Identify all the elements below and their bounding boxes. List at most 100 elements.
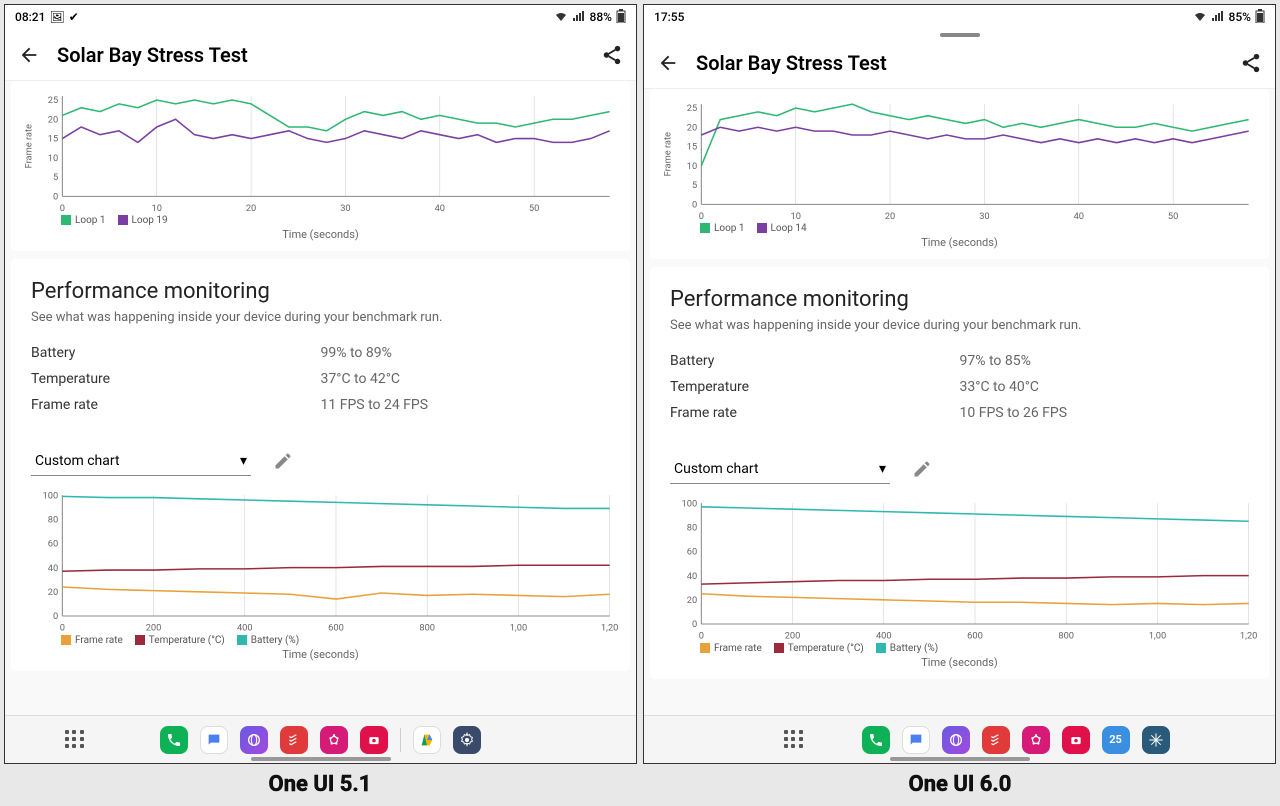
chevron-down-icon: ▾ [879,461,886,477]
chart-xlabel: Time (seconds) [21,648,620,661]
svg-text:15: 15 [48,134,58,145]
svg-text:1,00: 1,00 [1149,630,1166,641]
app-phone-icon[interactable] [160,726,188,754]
chevron-down-icon: ▾ [240,453,247,469]
svg-text:10: 10 [687,161,697,172]
svg-text:600: 600 [967,630,983,641]
svg-text:40: 40 [1074,211,1084,222]
svg-text:100: 100 [682,498,698,509]
nav-handle[interactable] [251,757,391,761]
performance-card: Performance monitoring See what was happ… [11,259,630,671]
signal-icon [1211,10,1225,25]
svg-text:0: 0 [692,619,697,630]
nav-bar: 25 [644,715,1275,763]
performance-card: Performance monitoring See what was happ… [650,267,1269,679]
svg-text:20: 20 [246,203,256,214]
frame-rate-chart: 010203040500510152025Frame rate [660,99,1259,223]
svg-text:0: 0 [60,203,65,214]
nav-handle[interactable] [890,757,1030,761]
svg-text:400: 400 [876,630,892,641]
custom-chart-legend: Frame rate Temperature (°C) Battery (%) [21,635,620,646]
chart-xlabel: Time (seconds) [660,236,1259,249]
wifi-icon [1193,10,1207,25]
app-camera-icon[interactable] [1062,726,1090,754]
chart-xlabel: Time (seconds) [21,228,620,241]
edit-chart-button[interactable] [910,457,934,481]
svg-text:Frame rate: Frame rate [23,124,34,168]
apps-grid-button[interactable] [65,730,85,750]
svg-text:600: 600 [328,622,344,633]
svg-text:50: 50 [1168,211,1178,222]
svg-text:60: 60 [687,547,697,558]
app-gallery-icon[interactable] [1022,726,1050,754]
phone-right: 17:55 85% Solar Bay Stress Test 01020304… [643,4,1276,764]
status-time: 17:55 [654,10,684,24]
share-button[interactable] [1239,51,1263,75]
edit-chart-button[interactable] [271,449,295,473]
svg-text:50: 50 [529,203,539,214]
check-notif-icon: ✔ [69,10,79,24]
svg-text:0: 0 [699,630,704,641]
phone-left: 08:21 🖼 ✔ 88% Solar Bay Stre [4,4,637,764]
app-messages-icon[interactable] [200,726,228,754]
app-bar: Solar Bay Stress Test [5,29,636,81]
app-settings-icon[interactable] [453,726,481,754]
perf-title: Performance monitoring [670,287,1249,312]
perf-subtitle: See what was happening inside your devic… [670,318,1249,333]
custom-chart-dropdown[interactable]: Custom chart ▾ [670,455,890,484]
svg-text:20: 20 [48,587,58,598]
app-todoist-icon[interactable] [280,726,308,754]
gallery-notif-icon: 🖼 [49,10,64,24]
battery-text: 88% [590,10,612,24]
chart-xlabel: Time (seconds) [660,656,1259,669]
frame-chart-legend: Loop 1 Loop 19 [21,215,620,226]
svg-text:20: 20 [885,211,895,222]
svg-text:10: 10 [151,203,161,214]
app-gallery-icon[interactable] [320,726,348,754]
custom-chart-dropdown[interactable]: Custom chart ▾ [31,447,251,476]
svg-text:20: 20 [48,114,58,125]
app-drive-icon[interactable] [413,726,441,754]
svg-text:25: 25 [687,103,697,114]
svg-text:60: 60 [48,539,58,550]
wifi-icon [554,10,568,25]
share-button[interactable] [600,43,624,67]
frame-chart-legend: Loop 1 Loop 14 [660,223,1259,234]
status-bar: 08:21 🖼 ✔ 88% [5,5,636,29]
battery-icon [616,9,626,26]
frame-rate-chart-card: 010203040500510152025Frame rate Loop 1 L… [650,89,1269,259]
app-messages-icon[interactable] [902,726,930,754]
svg-text:0: 0 [53,191,58,202]
nav-divider [400,728,401,752]
app-camera-icon[interactable] [360,726,388,754]
svg-text:Frame rate: Frame rate [662,132,673,176]
app-browser-icon[interactable] [240,726,268,754]
app-todoist-icon[interactable] [982,726,1010,754]
svg-text:800: 800 [1058,630,1074,641]
back-button[interactable] [17,43,41,67]
back-button[interactable] [656,51,680,75]
svg-text:1,20: 1,20 [601,622,618,633]
signal-icon [572,10,586,25]
svg-text:0: 0 [699,211,704,222]
app-freeze-icon[interactable] [1142,726,1170,754]
frame-rate-chart: 010203040500510152025Frame rate [21,91,620,215]
app-calendar-icon[interactable]: 25 [1102,726,1130,754]
svg-text:80: 80 [48,514,58,525]
app-browser-icon[interactable] [942,726,970,754]
svg-text:200: 200 [785,630,801,641]
svg-text:400: 400 [237,622,253,633]
svg-text:20: 20 [687,122,697,133]
svg-text:0: 0 [60,622,65,633]
caption-right: One UI 6.0 [640,772,1280,797]
perf-row-battery: Battery99% to 89% [31,345,610,361]
app-phone-icon[interactable] [862,726,890,754]
svg-text:30: 30 [979,211,989,222]
apps-grid-button[interactable] [784,730,804,750]
perf-row-temperature: Temperature37°C to 42°C [31,371,610,387]
nav-bar [5,715,636,763]
svg-text:10: 10 [790,211,800,222]
svg-text:100: 100 [43,490,59,501]
perf-row-battery: Battery97% to 85% [670,353,1249,369]
perf-row-framerate: Frame rate10 FPS to 26 FPS [670,405,1249,421]
